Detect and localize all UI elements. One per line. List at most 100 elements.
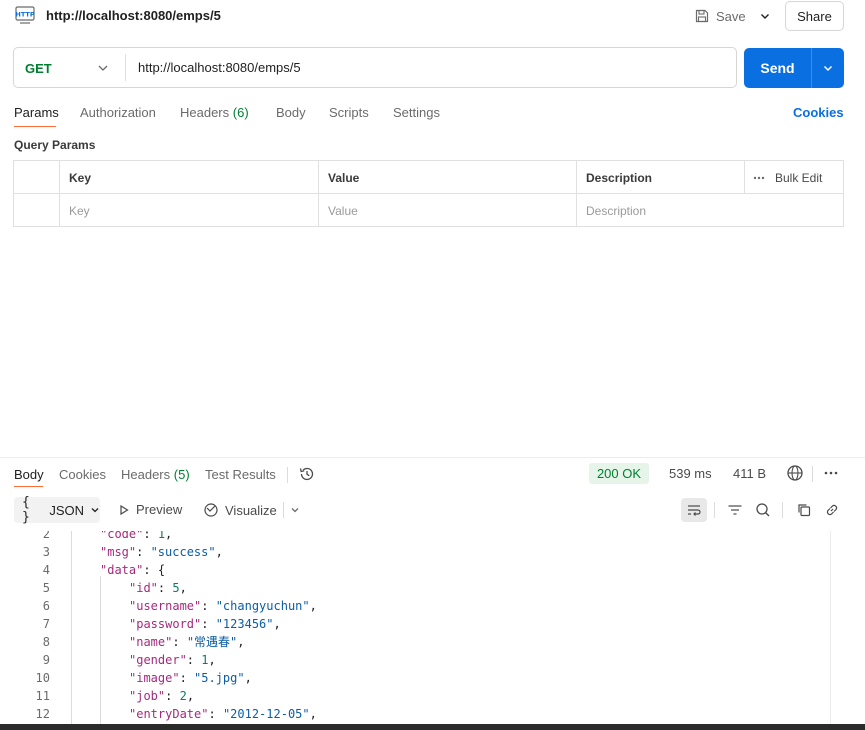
json-punctuation: , <box>186 689 195 703</box>
key-input[interactable]: Key <box>60 194 90 227</box>
send-options-chevron-icon[interactable] <box>812 48 844 88</box>
wrap-lines-icon[interactable] <box>681 498 707 522</box>
line-number: 7 <box>42 617 50 631</box>
preview-button[interactable]: Preview <box>118 502 182 517</box>
json-punctuation: , <box>309 707 317 721</box>
tab-body[interactable]: Body <box>276 105 306 120</box>
braces-icon: { } <box>22 495 30 525</box>
json-colon: : <box>172 635 187 649</box>
tab-scripts[interactable]: Scripts <box>329 105 369 120</box>
link-icon[interactable] <box>821 499 843 521</box>
code-text: "name": "常遇春", <box>129 633 245 651</box>
editor-scrollbar[interactable] <box>830 531 844 724</box>
json-key: "job" <box>129 689 166 703</box>
json-colon: : <box>157 581 173 595</box>
line-number: 9 <box>42 653 50 667</box>
url-bar: GET <box>13 47 737 88</box>
filter-icon[interactable] <box>724 499 746 521</box>
play-icon <box>118 504 130 516</box>
line-number: 2 <box>42 531 50 541</box>
json-key: "data" <box>100 563 144 577</box>
method-select[interactable]: GET <box>25 61 52 76</box>
json-key: "password" <box>129 617 202 631</box>
json-colon: : <box>201 617 216 631</box>
code-text: "code": 1, <box>100 531 172 543</box>
visualize-button[interactable]: Visualize <box>203 502 277 518</box>
url-input[interactable] <box>138 60 698 75</box>
tab-authorization[interactable]: Authorization <box>80 105 156 120</box>
save-options-chevron-icon[interactable] <box>756 6 774 26</box>
line-number: 5 <box>42 581 50 595</box>
response-tab-cookies[interactable]: Cookies <box>59 467 106 482</box>
line-number: 10 <box>35 671 50 685</box>
json-colon: : <box>208 707 223 721</box>
line-number: 12 <box>35 707 50 721</box>
active-tab-indicator <box>14 126 56 127</box>
more-options-icon[interactable] <box>753 176 765 180</box>
json-value: 2 <box>179 689 187 703</box>
json-value: "success" <box>150 545 216 559</box>
json-colon: : <box>143 531 158 541</box>
code-line: 12 "entryDate": "2012-12-05", <box>0 705 830 723</box>
method-chevron-down-icon[interactable] <box>96 61 110 75</box>
response-size[interactable]: 411 B <box>733 466 766 481</box>
json-value: 1 <box>157 531 166 541</box>
json-punctuation: , <box>208 653 216 667</box>
search-icon[interactable] <box>752 499 774 521</box>
json-colon: : <box>201 599 216 613</box>
send-button[interactable]: Send <box>744 48 844 88</box>
json-key: "msg" <box>100 545 137 559</box>
code-text: "msg": "success", <box>100 543 223 561</box>
value-input[interactable]: Value <box>319 194 358 227</box>
format-select[interactable]: { } JSON <box>14 495 100 525</box>
more-options-icon[interactable] <box>824 471 838 475</box>
code-line: 11 "job": 2, <box>0 687 830 705</box>
response-body-editor[interactable]: 2 "code": 1, 3 "msg": "success", 4 "data": {5… <box>0 531 830 724</box>
column-header-key: Key <box>69 170 92 185</box>
json-value: "123456" <box>215 617 274 631</box>
save-icon <box>694 8 710 24</box>
line-number: 4 <box>42 563 50 577</box>
cookies-link[interactable]: Cookies <box>793 105 844 120</box>
json-value: "常遇春" <box>186 635 238 649</box>
response-tab-headers[interactable]: Headers (5) <box>121 467 190 482</box>
tab-params[interactable]: Params <box>14 105 59 120</box>
response-divider[interactable] <box>0 457 865 458</box>
json-key: "username" <box>129 599 202 613</box>
line-number: 3 <box>42 545 50 559</box>
code-text: "image": "5.jpg", <box>129 669 252 687</box>
title-bar: HTTP http://localhost:8080/emps/5 Save S… <box>0 0 865 34</box>
request-title[interactable]: http://localhost:8080/emps/5 <box>46 8 221 23</box>
code-line: 8 "name": "常遇春", <box>0 633 830 651</box>
json-key: "id" <box>129 581 158 595</box>
share-button[interactable]: Share <box>785 1 844 31</box>
code-text: "username": "changyuchun", <box>129 597 317 615</box>
response-tab-body[interactable]: Body <box>14 467 44 482</box>
status-badge[interactable]: 200 OK <box>589 463 649 484</box>
tab-settings[interactable]: Settings <box>393 105 440 120</box>
bulk-edit-button[interactable]: Bulk Edit <box>753 161 822 194</box>
json-punctuation: , <box>215 545 223 559</box>
save-button[interactable]: Save <box>694 5 746 27</box>
format-label: JSON <box>49 502 84 518</box>
code-text: "gender": 1, <box>129 651 216 669</box>
json-punctuation: , <box>273 617 281 631</box>
visualize-options-chevron-icon[interactable] <box>290 505 300 515</box>
json-key: "gender" <box>129 653 187 667</box>
tab-headers[interactable]: Headers (6) <box>180 105 249 120</box>
taskbar <box>0 724 865 730</box>
json-punctuation: , <box>244 671 252 685</box>
send-label[interactable]: Send <box>744 48 811 88</box>
response-tab-test-results[interactable]: Test Results <box>205 467 276 482</box>
json-value: "5.jpg" <box>194 671 245 685</box>
code-line: 2 "code": 1, <box>0 531 830 543</box>
line-number: 8 <box>42 635 50 649</box>
description-input[interactable]: Description <box>577 194 646 227</box>
table-header-row: Key Value Description Bulk Edit <box>14 161 843 194</box>
response-time[interactable]: 539 ms <box>669 466 712 481</box>
json-key: "name" <box>129 635 173 649</box>
history-icon[interactable] <box>298 465 316 483</box>
copy-icon[interactable] <box>793 499 815 521</box>
globe-icon[interactable] <box>786 464 804 482</box>
json-value: 5 <box>172 581 180 595</box>
